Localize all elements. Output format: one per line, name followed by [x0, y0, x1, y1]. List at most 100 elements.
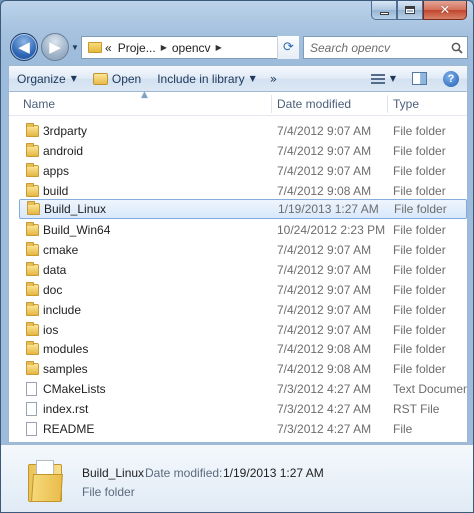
help-button[interactable]: ? [435, 66, 467, 91]
include-in-library-label: Include in library [157, 71, 245, 86]
document-icon [26, 401, 37, 416]
folder-icon [26, 142, 39, 157]
file-date-modified: 7/4/2012 9:07 AM [277, 302, 372, 317]
file-name: data [43, 262, 67, 277]
folder-icon [26, 242, 39, 257]
chevron-right-icon[interactable]: ▶ [214, 43, 224, 52]
chevron-right-icon[interactable]: ▶ [159, 43, 169, 52]
command-bar: Organize ▼ Open Include in library ▼ » ▼… [8, 65, 468, 91]
open-button[interactable]: Open [85, 66, 149, 91]
file-name: build [43, 183, 69, 198]
file-name: include [43, 302, 82, 317]
file-name: samples [43, 362, 88, 377]
search-icon[interactable] [447, 42, 467, 54]
file-name: modules [43, 342, 89, 357]
organize-button[interactable]: Organize ▼ [9, 66, 85, 91]
close-button[interactable]: ✕ [423, 1, 467, 20]
breadcrumb-segment[interactable]: opencv [169, 41, 214, 55]
include-in-library-button[interactable]: Include in library ▼ [149, 66, 264, 91]
folder-row[interactable]: samples 7/4/2012 9:08 AM File folder [9, 359, 467, 379]
minimize-icon [379, 11, 389, 15]
folder-icon [26, 341, 39, 356]
file-date-modified: 7/4/2012 9:07 AM [277, 282, 372, 297]
file-date-modified: 7/4/2012 9:07 AM [277, 163, 372, 178]
column-divider[interactable] [387, 95, 388, 113]
document-icon [26, 382, 37, 397]
file-date-modified: 7/4/2012 9:07 AM [277, 143, 372, 158]
file-name: cmake [43, 243, 79, 258]
maximize-button[interactable] [397, 1, 423, 20]
search-input[interactable]: Search opencv [304, 41, 447, 55]
file-type: File folder [393, 342, 446, 357]
folder-icon [26, 162, 39, 177]
file-name: android [43, 143, 84, 158]
file-type: File folder [393, 282, 446, 297]
organize-label: Organize [17, 71, 66, 86]
breadcrumb-segment[interactable]: Proje... [115, 41, 159, 55]
folder-icon [26, 361, 39, 376]
chevron-down-icon: ▼ [389, 74, 396, 83]
file-date-modified: 7/3/2012 4:27 AM [277, 401, 372, 416]
preview-pane-button[interactable] [404, 66, 435, 91]
document-icon [26, 421, 37, 436]
folder-icon [26, 182, 39, 197]
file-date-modified: 1/19/2013 1:27 AM [278, 202, 379, 217]
file-type: File [393, 421, 413, 436]
folder-icon [27, 201, 40, 216]
file-type: File folder [393, 302, 446, 317]
file-type: File folder [393, 243, 446, 258]
file-date-modified: 10/24/2012 2:23 PM [277, 223, 386, 238]
file-row[interactable]: index.rst 7/3/2012 4:27 AM RST File [9, 399, 467, 419]
folder-row[interactable]: Build_Win64 10/24/2012 2:23 PM File folder [9, 220, 467, 240]
change-view-button[interactable]: ▼ [363, 66, 404, 91]
file-name: 3rdparty [43, 124, 88, 138]
recent-pages-dropdown[interactable]: ▼ [71, 43, 79, 52]
navigation-bar: ◀ ▶ ▼ « Proje... ▶ opencv ▶ ▼ ⟳ Search o… [1, 29, 473, 65]
file-date-modified: 7/3/2012 4:27 AM [277, 421, 372, 436]
file-type: RST File [393, 401, 440, 416]
file-name: Build_Win64 [43, 223, 111, 238]
column-type[interactable]: Type [393, 92, 419, 116]
chevron-down-icon: ▼ [249, 74, 256, 83]
folder-row[interactable]: ios 7/4/2012 9:07 AM File folder [9, 320, 467, 340]
file-type: File folder [393, 143, 446, 158]
folder-row[interactable]: modules 7/4/2012 9:08 AM File folder [9, 339, 467, 359]
folder-row[interactable]: android 7/4/2012 9:07 AM File folder [9, 141, 467, 161]
back-button[interactable]: ◀ [10, 33, 38, 61]
file-row[interactable]: README 7/3/2012 4:27 AM File [9, 419, 467, 439]
folder-row[interactable]: build 7/4/2012 9:08 AM File folder [9, 181, 467, 201]
address-overflow[interactable]: « [102, 41, 115, 55]
search-box[interactable]: Search opencv [303, 36, 468, 59]
folder-row[interactable]: include 7/4/2012 9:07 AM File folder [9, 300, 467, 320]
file-name: apps [43, 163, 70, 178]
column-divider[interactable] [271, 95, 272, 113]
file-date-modified: 7/4/2012 9:08 AM [277, 362, 372, 377]
folder-row[interactable]: 3rdparty 7/4/2012 9:07 AM File folder [9, 121, 467, 141]
file-row[interactable]: CMakeLists 7/3/2012 4:27 AM Text Document [9, 379, 467, 399]
refresh-icon: ⟳ [283, 40, 294, 55]
more-commands-button[interactable]: » [264, 66, 283, 91]
refresh-button[interactable]: ⟳ [277, 36, 299, 59]
file-name: CMakeLists [43, 382, 106, 397]
details-date-label: Date modified: [145, 466, 223, 480]
folder-icon [26, 261, 39, 276]
file-type: File folder [393, 262, 446, 277]
minimize-button[interactable] [371, 1, 397, 20]
forward-button[interactable]: ▶ [41, 33, 69, 61]
file-date-modified: 7/4/2012 9:08 AM [277, 342, 372, 357]
folder-row[interactable]: apps 7/4/2012 9:07 AM File folder [9, 161, 467, 181]
file-type: File folder [393, 362, 446, 377]
file-type: File folder [393, 322, 446, 337]
folder-icon [26, 222, 39, 237]
folder-row[interactable]: data 7/4/2012 9:07 AM File folder [9, 260, 467, 280]
chevron-down-icon: ▼ [70, 74, 77, 83]
folder-row[interactable]: doc 7/4/2012 9:07 AM File folder [9, 280, 467, 300]
column-date-modified[interactable]: Date modified [277, 92, 351, 116]
views-icon [370, 73, 385, 84]
folder-row[interactable]: cmake 7/4/2012 9:07 AM File folder [9, 240, 467, 260]
file-name: README [43, 421, 95, 436]
folder-row[interactable]: Build_Linux 1/19/2013 1:27 AM File folder [19, 199, 467, 220]
column-name[interactable]: Name [23, 92, 55, 116]
arrow-left-icon: ◀ [18, 38, 30, 56]
address-bar[interactable]: « Proje... ▶ opencv ▶ ▼ [81, 36, 299, 59]
